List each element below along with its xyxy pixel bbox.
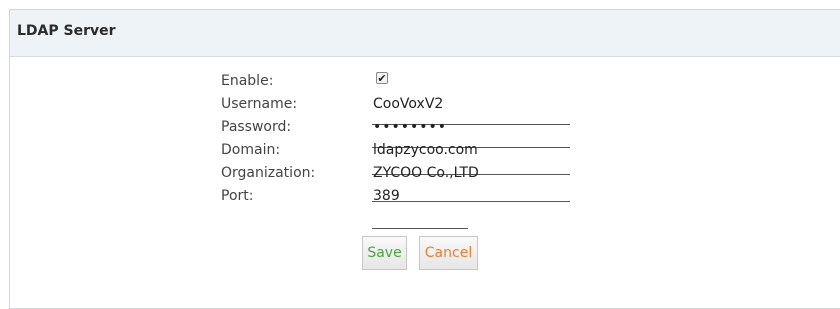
panel-header: LDAP Server bbox=[10, 10, 840, 57]
panel-title: LDAP Server bbox=[17, 23, 116, 39]
cancel-button[interactable]: Cancel bbox=[419, 236, 478, 270]
organization-label: Organization: bbox=[221, 165, 316, 181]
save-button[interactable]: Save bbox=[362, 236, 407, 270]
username-label: Username: bbox=[221, 96, 298, 112]
organization-field-underline bbox=[372, 201, 570, 202]
domain-label: Domain: bbox=[221, 142, 281, 158]
password-field[interactable]: •••••••• bbox=[373, 118, 447, 136]
port-field-underline bbox=[372, 228, 468, 229]
enable-label: Enable: bbox=[221, 73, 274, 89]
domain-field[interactable]: ldapzycoo.com bbox=[373, 141, 478, 159]
enable-checkbox[interactable]: ✔ bbox=[376, 72, 388, 85]
password-label: Password: bbox=[221, 119, 292, 135]
username-field[interactable]: CooVoxV2 bbox=[373, 95, 443, 113]
organization-field[interactable]: ZYCOO Co.,LTD bbox=[373, 164, 479, 182]
port-label: Port: bbox=[221, 188, 254, 204]
port-field[interactable]: 389 bbox=[373, 187, 400, 205]
